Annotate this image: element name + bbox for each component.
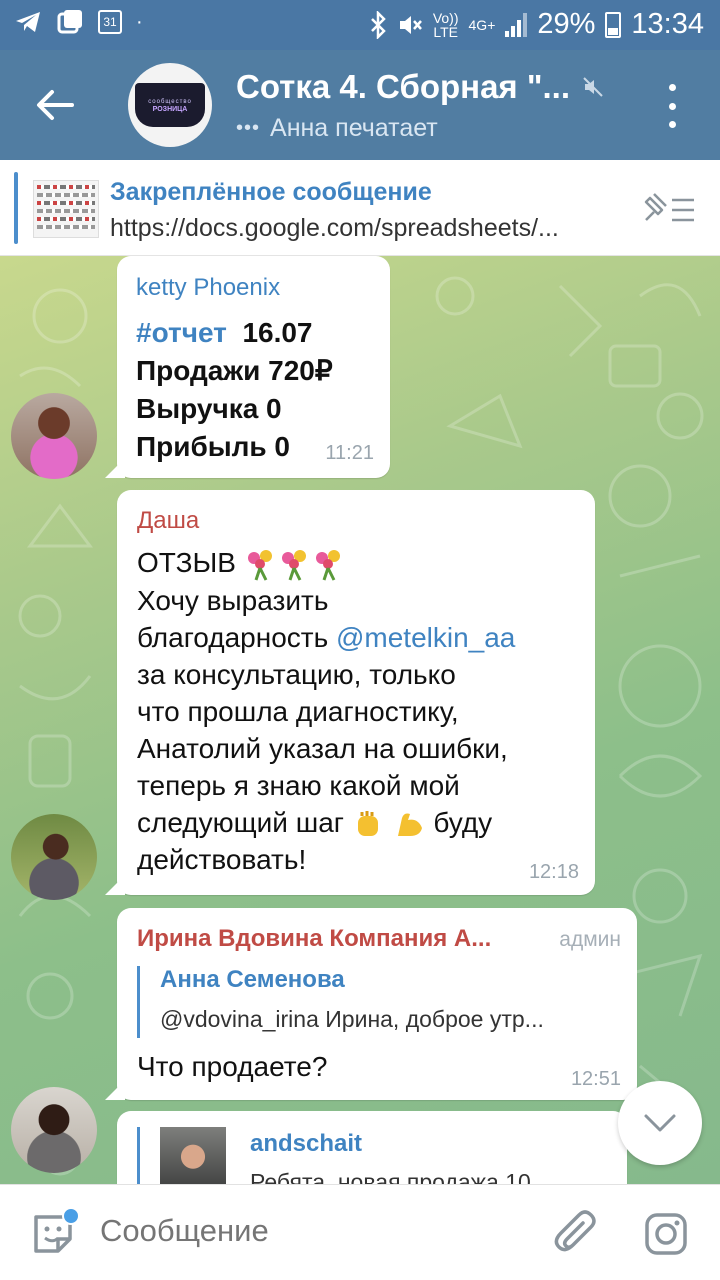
camera-icon[interactable] bbox=[643, 1211, 689, 1257]
reply-quote[interactable]: Анна Семенова @vdovina_irina Ирина, добр… bbox=[137, 966, 627, 1038]
reply-author: andschait bbox=[250, 1130, 363, 1157]
pinned-message-bar[interactable]: Закреплённое сообщение https://docs.goog… bbox=[0, 160, 720, 256]
calendar-icon: 31 bbox=[98, 10, 122, 34]
back-arrow-icon[interactable] bbox=[30, 80, 80, 130]
hashtag-link[interactable]: #отчет bbox=[136, 317, 227, 348]
message-input-bar bbox=[0, 1184, 720, 1280]
admin-badge: админ bbox=[559, 928, 621, 951]
message-text: #отчет 16.07 Продажи 720₽ Выручка 0 Приб… bbox=[136, 317, 333, 462]
scroll-down-button[interactable] bbox=[618, 1081, 702, 1165]
dot-icon: · bbox=[136, 10, 143, 33]
volte-indicator: Vo)) LTE bbox=[432, 9, 459, 40]
avatar[interactable] bbox=[11, 393, 97, 479]
message-time: 12:51 bbox=[570, 1068, 621, 1090]
typing-dots-icon: ••• bbox=[236, 117, 261, 139]
reply-text: Ребята, новая продажа 10... bbox=[250, 1169, 550, 1184]
chat-logo: сообщество РОЗНИЦА bbox=[135, 83, 205, 127]
new-stickers-badge bbox=[62, 1207, 80, 1225]
message-text: ОТЗЫВ Хочу выразить благодарность @metel… bbox=[137, 547, 516, 875]
signal-icon bbox=[505, 12, 528, 37]
chat-title[interactable]: Сотка 4. Сборная "... bbox=[236, 68, 586, 106]
reply-author: Анна Семенова bbox=[160, 966, 345, 993]
network-type: 4G+ bbox=[468, 16, 496, 33]
pinned-list-icon[interactable] bbox=[640, 190, 700, 230]
chevron-down-icon bbox=[644, 1114, 676, 1132]
battery-percent: 29% bbox=[537, 8, 596, 40]
pinned-indicator bbox=[14, 172, 18, 244]
pinned-title: Закреплённое сообщение bbox=[110, 178, 432, 206]
message-text: Что продаете? bbox=[137, 1051, 328, 1082]
bouquet-emoji-icon bbox=[247, 549, 340, 581]
mute-volume-icon bbox=[399, 15, 422, 34]
fist-emoji-icon bbox=[357, 811, 378, 837]
message-sender[interactable]: Даша bbox=[137, 507, 199, 535]
bluetooth-icon bbox=[370, 10, 386, 39]
message-input[interactable] bbox=[100, 1213, 520, 1249]
chat-header: сообщество РОЗНИЦА Сотка 4. Сборная "...… bbox=[0, 50, 720, 160]
message-bubble[interactable]: Даша ОТЗЫВ Хочу выразить благодарность @… bbox=[117, 490, 595, 895]
clock: 13:34 bbox=[631, 8, 704, 40]
reply-text: @vdovina_irina Ирина, доброе утр... bbox=[160, 1006, 544, 1032]
paperclip-icon[interactable] bbox=[553, 1209, 601, 1259]
chat-area[interactable]: ketty Phoenix #отчет 16.07 Продажи 720₽ … bbox=[0, 256, 720, 1184]
message-time: 12:18 bbox=[528, 861, 579, 883]
app-notification-icon bbox=[57, 10, 82, 34]
reply-thumbnail bbox=[160, 1127, 226, 1184]
status-bar: 31 · Vo)) LTE 4G+ 29% 13:34 bbox=[0, 0, 720, 50]
message-bubble[interactable]: ketty Phoenix #отчет 16.07 Продажи 720₽ … bbox=[117, 256, 390, 478]
avatar[interactable] bbox=[11, 1087, 97, 1173]
battery-icon bbox=[605, 11, 622, 38]
message-sender[interactable]: ketty Phoenix bbox=[136, 274, 280, 302]
typing-text: Анна печатает bbox=[270, 114, 438, 142]
typing-status: ••• Анна печатает bbox=[236, 114, 438, 143]
mention-link[interactable]: @metelkin_aa bbox=[336, 622, 515, 653]
pinned-text: https://docs.google.com/spreadsheets/... bbox=[110, 214, 559, 242]
message-bubble[interactable]: Ирина Вдовина Компания А... админ Анна С… bbox=[117, 908, 637, 1100]
reply-quote[interactable]: andschait Ребята, новая продажа 10... bbox=[137, 1127, 607, 1184]
pinned-thumbnail bbox=[33, 180, 99, 238]
message-time: 11:21 bbox=[325, 442, 374, 464]
message-sender[interactable]: Ирина Вдовина Компания А... bbox=[137, 925, 527, 953]
muscle-emoji-icon bbox=[397, 813, 422, 837]
message-bubble[interactable]: andschait Ребята, новая продажа 10... bbox=[117, 1111, 627, 1184]
telegram-notification-icon bbox=[16, 12, 40, 32]
avatar[interactable] bbox=[11, 814, 97, 900]
muted-icon bbox=[583, 77, 603, 97]
chat-avatar[interactable]: сообщество РОЗНИЦА bbox=[128, 63, 212, 147]
more-menu-icon[interactable] bbox=[660, 84, 684, 128]
